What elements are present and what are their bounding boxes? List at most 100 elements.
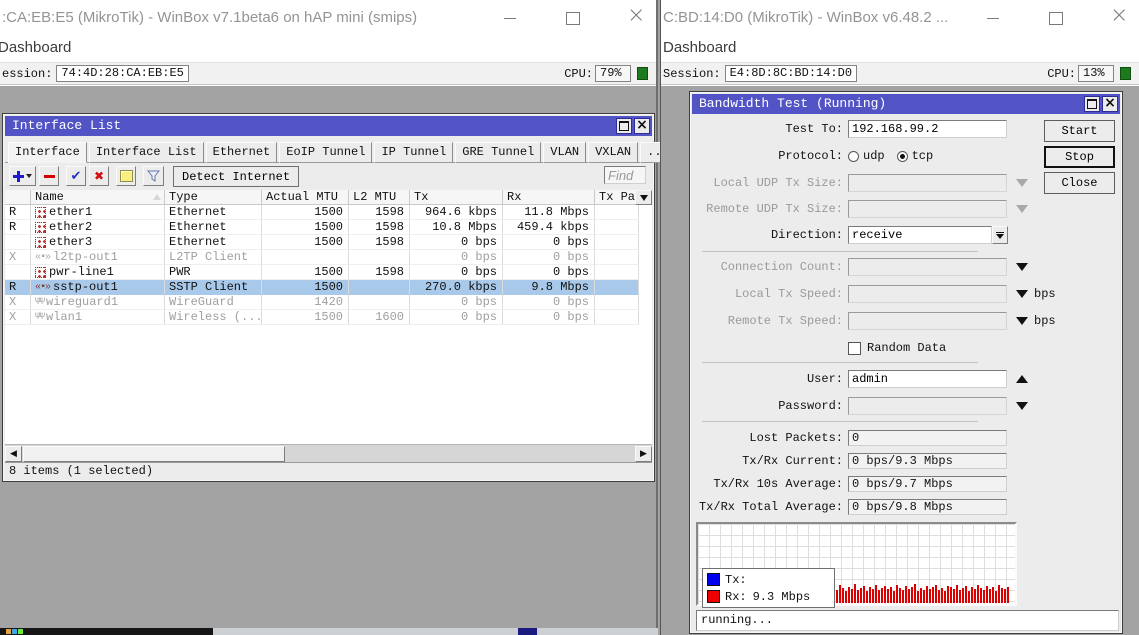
bandwidth-test-titlebar[interactable]: Bandwidth Test (Running) bbox=[692, 94, 1120, 114]
menu-dashboard[interactable]: Dashboard bbox=[663, 39, 1139, 56]
table-row[interactable]: ether3Ethernet150015980 bps0 bps bbox=[5, 235, 652, 250]
dropdown-arrow-icon[interactable] bbox=[1016, 263, 1028, 271]
ethernet-icon bbox=[35, 207, 46, 218]
filter-button[interactable] bbox=[143, 166, 164, 186]
column-header[interactable]: Name bbox=[31, 190, 165, 205]
cell-type: Ethernet bbox=[165, 220, 262, 235]
cpu-value: 79% bbox=[595, 65, 631, 82]
table-row[interactable]: pwr-line1PWR150015980 bps0 bps bbox=[5, 265, 652, 280]
remote-udp-tx-size-label: Remote UDP Tx Size: bbox=[695, 202, 848, 216]
column-select-button[interactable] bbox=[635, 190, 652, 205]
dropdown-arrow-icon[interactable] bbox=[1016, 290, 1028, 298]
column-header[interactable] bbox=[5, 190, 31, 205]
taskbar bbox=[0, 628, 658, 635]
cell-tx: 0 bps bbox=[410, 250, 503, 265]
horizontal-scrollbar[interactable]: ◀ ▶ bbox=[5, 444, 652, 462]
taskbar-segment[interactable] bbox=[0, 628, 213, 635]
start-button[interactable]: Start bbox=[1044, 120, 1115, 142]
cell-l2-mtu bbox=[349, 280, 410, 295]
table-row[interactable]: X«▪»l2tp-out1L2TP Client0 bps0 bps bbox=[5, 250, 652, 265]
maximize-icon[interactable] bbox=[1045, 8, 1065, 28]
menu-dashboard[interactable]: Dashboard bbox=[0, 39, 656, 56]
graph-bar bbox=[845, 591, 847, 603]
tab-vlan[interactable]: VLAN bbox=[543, 142, 586, 163]
cell-flag: R bbox=[5, 220, 31, 235]
user-input[interactable] bbox=[848, 370, 1007, 388]
table-row[interactable]: Rether2Ethernet1500159810.8 Mbps459.4 kb… bbox=[5, 220, 652, 235]
interface-list-titlebar[interactable]: Interface List bbox=[5, 116, 652, 136]
cell-tx: 964.6 kbps bbox=[410, 205, 503, 220]
dropdown-arrow-icon[interactable] bbox=[1016, 402, 1028, 410]
maximize-icon[interactable] bbox=[1084, 96, 1100, 112]
graph-bar bbox=[962, 588, 964, 603]
maximize-icon[interactable] bbox=[616, 118, 632, 134]
cell-tx: 0 bps bbox=[410, 235, 503, 250]
graph-bar bbox=[881, 588, 883, 603]
dropdown-arrow-icon[interactable] bbox=[1016, 317, 1028, 325]
session-value[interactable]: 74:4D:28:CA:EB:E5 bbox=[56, 65, 188, 82]
tab-interface[interactable]: Interface bbox=[8, 142, 87, 163]
graph-bar bbox=[992, 587, 994, 603]
minimize-icon[interactable] bbox=[500, 8, 520, 28]
cell-l2-mtu bbox=[349, 250, 410, 265]
table-row[interactable]: XΨΨwireguard1WireGuard14200 bps0 bps bbox=[5, 295, 652, 310]
tab-ethernet[interactable]: Ethernet bbox=[206, 142, 278, 163]
add-button[interactable] bbox=[9, 166, 36, 186]
tab-gre-tunnel[interactable]: GRE Tunnel bbox=[455, 142, 541, 163]
test-to-input[interactable] bbox=[848, 120, 1007, 138]
comment-button[interactable] bbox=[116, 166, 136, 186]
table-row[interactable]: XΨΨwlan1Wireless (...150016000 bps0 bps bbox=[5, 310, 652, 325]
scrollbar-thumb[interactable] bbox=[23, 446, 285, 462]
close-icon[interactable] bbox=[624, 8, 644, 28]
graph-bar bbox=[872, 589, 874, 603]
table-row[interactable]: Rether1Ethernet15001598964.6 kbps11.8 Mb… bbox=[5, 205, 652, 220]
password-input[interactable] bbox=[848, 397, 1007, 415]
tab-vxlan[interactable]: VXLAN bbox=[588, 142, 638, 163]
random-data-checkbox[interactable] bbox=[848, 342, 861, 355]
column-header[interactable]: Rx bbox=[503, 190, 595, 205]
cpu-indicator-icon bbox=[1120, 67, 1131, 80]
column-header[interactable]: Tx bbox=[410, 190, 503, 205]
test-to-label: Test To: bbox=[695, 122, 848, 136]
column-header[interactable]: Type bbox=[165, 190, 262, 205]
tab-ip-tunnel[interactable]: IP Tunnel bbox=[374, 142, 453, 163]
column-header[interactable]: Actual MTU bbox=[262, 190, 349, 205]
enable-button[interactable]: ✔ bbox=[66, 166, 86, 186]
direction-input[interactable] bbox=[848, 226, 992, 244]
graph-bar bbox=[986, 586, 988, 603]
table-row[interactable]: R«▪»sstp-out1SSTP Client1500270.0 kbps9.… bbox=[5, 280, 652, 295]
detect-internet-button[interactable]: Detect Internet bbox=[173, 166, 299, 187]
collapse-arrow-icon[interactable] bbox=[1016, 375, 1028, 383]
local-tx-speed-input bbox=[848, 285, 1007, 303]
session-label: ession: bbox=[2, 67, 52, 81]
maximize-icon[interactable] bbox=[562, 8, 582, 28]
tab-eoip-tunnel[interactable]: EoIP Tunnel bbox=[279, 142, 372, 163]
left-window-title: :CA:EB:E5 (MikroTik) - WinBox v7.1beta6 … bbox=[2, 9, 417, 26]
right-window-title: C:BD:14:D0 (MikroTik) - WinBox v6.48.2 .… bbox=[663, 9, 948, 26]
find-input[interactable] bbox=[604, 166, 646, 184]
session-value[interactable]: E4:8D:8C:BD:14:D0 bbox=[725, 65, 857, 82]
remove-button[interactable] bbox=[39, 166, 59, 186]
tab-interface-list[interactable]: Interface List bbox=[89, 142, 204, 163]
radio-udp[interactable]: udp bbox=[848, 149, 885, 163]
disable-button[interactable]: ✖ bbox=[89, 166, 109, 186]
cell-tx: 270.0 kbps bbox=[410, 280, 503, 295]
column-header[interactable]: L2 MTU bbox=[349, 190, 410, 205]
graph-bar bbox=[905, 586, 907, 603]
minimize-icon[interactable] bbox=[983, 8, 1003, 28]
interface-name: ether2 bbox=[49, 220, 92, 234]
taskbar-item[interactable] bbox=[518, 628, 537, 635]
close-icon[interactable] bbox=[1102, 96, 1118, 112]
right-window-controls bbox=[941, 8, 1127, 28]
scroll-left-icon[interactable]: ◀ bbox=[5, 446, 22, 462]
column-header[interactable]: Tx Pa bbox=[595, 190, 639, 205]
close-button[interactable]: Close bbox=[1044, 172, 1115, 194]
close-icon[interactable] bbox=[1107, 8, 1127, 28]
cell-name: ΨΨwlan1 bbox=[31, 310, 165, 325]
combo-dropdown-icon[interactable] bbox=[992, 226, 1008, 244]
radio-tcp[interactable]: tcp bbox=[897, 149, 934, 163]
cell-type: Ethernet bbox=[165, 235, 262, 250]
stop-button[interactable]: Stop bbox=[1044, 146, 1115, 168]
close-icon[interactable] bbox=[634, 118, 650, 134]
scroll-right-icon[interactable]: ▶ bbox=[635, 446, 652, 462]
